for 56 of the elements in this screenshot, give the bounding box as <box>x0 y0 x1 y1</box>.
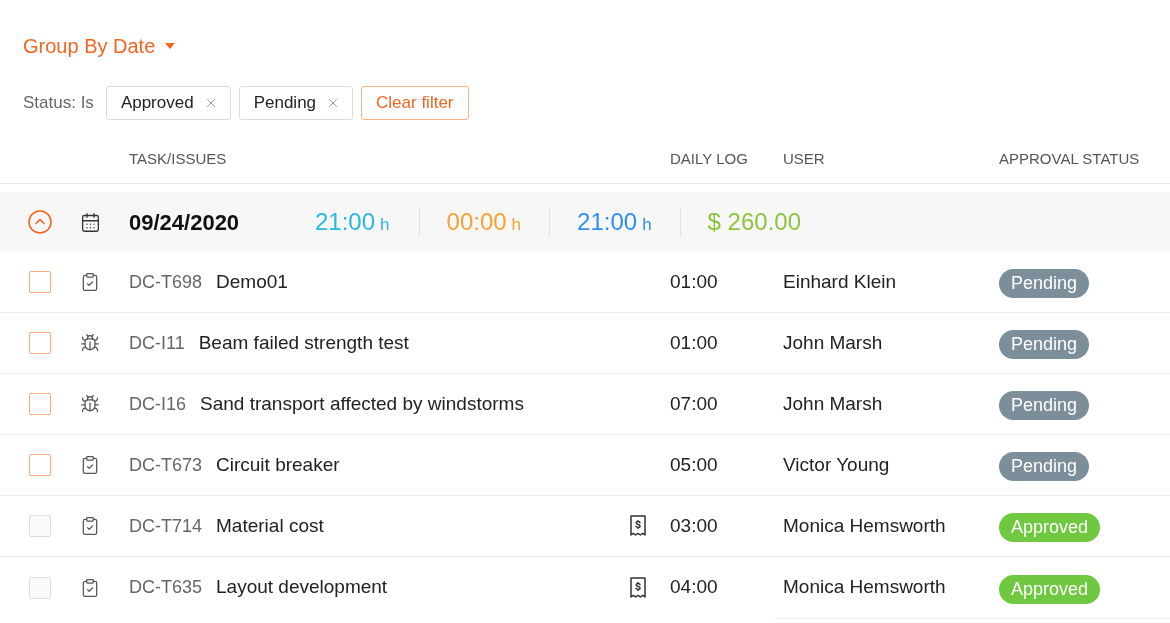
chip-label: Pending <box>253 92 317 115</box>
status-badge: Approved <box>999 574 1101 604</box>
group-date: 09/24/2020 <box>129 208 241 237</box>
calendar-icon <box>80 211 101 233</box>
status-badge: Pending <box>999 391 1090 420</box>
daily-log-time: 05:00 <box>670 453 718 475</box>
chip-label: Approved <box>120 92 194 115</box>
total-unit: h <box>642 213 652 236</box>
clipboard-check-icon <box>80 516 100 536</box>
total-unit: h <box>511 213 522 236</box>
task-id: DC-T698 <box>129 270 203 294</box>
clipboard-check-icon <box>80 455 100 475</box>
column-header: DAILY LOG <box>670 148 749 169</box>
column-header: APPROVAL STATUS <box>999 148 1141 169</box>
task-id: DC-I11 <box>129 331 185 355</box>
filter-label: Status: Is <box>23 92 94 115</box>
total-value: 21:00 <box>577 207 638 237</box>
task-id: DC-T714 <box>129 514 203 538</box>
user-name: Victor Young <box>783 453 890 475</box>
total-value: 00:00 <box>446 207 507 237</box>
daily-log-time: 01:00 <box>670 270 718 292</box>
task-title[interactable]: Beam failed strength test <box>198 328 409 358</box>
status-badge: Pending <box>999 330 1090 359</box>
checkbox[interactable] <box>29 393 51 415</box>
total-value: 21:00 <box>315 207 376 237</box>
daily-log-time: 07:00 <box>670 392 718 414</box>
checkbox[interactable] <box>29 332 51 354</box>
task-title[interactable]: Circuit breaker <box>216 450 340 480</box>
daily-log-time: 03:00 <box>670 514 718 536</box>
bug-icon <box>80 394 100 414</box>
total-value: $ 260.00 <box>707 207 801 237</box>
task-title[interactable]: Demo01 <box>216 267 288 297</box>
status-badge: Pending <box>999 452 1090 481</box>
user-name: Einhard Klein <box>783 270 897 292</box>
user-name: John Marsh <box>783 331 883 353</box>
status-badge: Approved <box>999 513 1101 542</box>
clipboard-check-icon <box>80 272 100 292</box>
user-name: Monica Hemsworth <box>783 514 946 536</box>
column-header: USER <box>783 148 826 169</box>
user-name: Monica Hemsworth <box>783 576 946 598</box>
checkbox[interactable] <box>29 271 51 293</box>
user-name: John Marsh <box>783 392 883 414</box>
caret-icon[interactable] <box>165 43 176 49</box>
task-id: DC-I16 <box>129 392 186 416</box>
task-id: DC-T635 <box>129 576 203 599</box>
chevron-circle-icon[interactable] <box>28 210 52 234</box>
status-badge: Pending <box>999 269 1090 298</box>
total-unit: h <box>380 213 390 236</box>
bug-icon <box>80 333 100 353</box>
clipboard-check-icon <box>80 577 100 598</box>
checkbox[interactable] <box>29 454 51 476</box>
daily-log-time: 04:00 <box>670 576 718 598</box>
column-header: TASK/ISSUES <box>129 148 228 169</box>
task-id: DC-T673 <box>129 453 203 477</box>
daily-log-time: 01:00 <box>670 331 718 353</box>
task-title[interactable]: Sand transport affected by windstorms <box>200 389 524 419</box>
